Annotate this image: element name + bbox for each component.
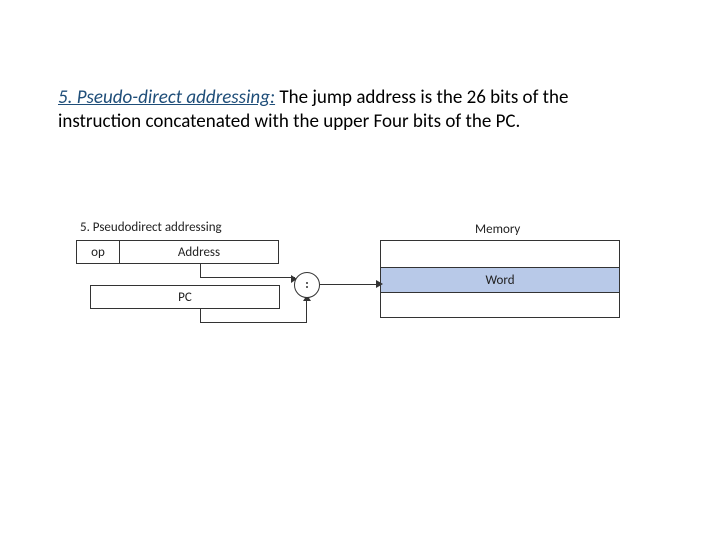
connector-line [200, 322, 307, 323]
description-paragraph: 5. Pseudo-direct addressing: The jump ad… [58, 86, 578, 134]
arrowhead-icon [376, 280, 383, 288]
connector-line [200, 277, 295, 278]
concat-node-icon [294, 272, 320, 298]
addressing-diagram: 5. Pseudodirect addressing op Address PC… [70, 220, 630, 360]
address-box: Address [119, 240, 279, 264]
pc-box: PC [90, 285, 280, 309]
diagram-title: 5. Pseudodirect addressing [80, 220, 222, 235]
connector-line [320, 284, 380, 285]
memory-label: Memory [475, 222, 520, 237]
memory-box: Word [380, 240, 620, 318]
connector-line [306, 298, 307, 323]
connector-line [200, 264, 201, 278]
heading-text: 5. Pseudo-direct addressing: [58, 86, 275, 109]
op-box: op [76, 240, 120, 264]
connector-line [200, 309, 201, 323]
memory-word: Word [381, 267, 619, 293]
